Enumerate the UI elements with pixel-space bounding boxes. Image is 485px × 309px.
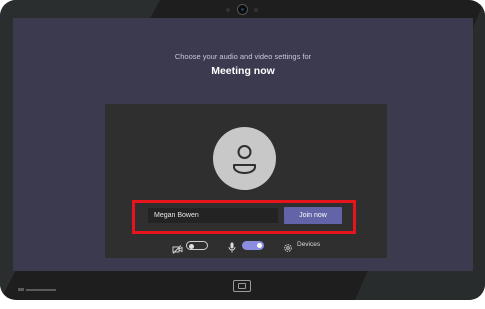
device-controls: Devices xyxy=(105,240,387,254)
windows-home-button[interactable] xyxy=(233,280,251,292)
devices-button[interactable]: Devices xyxy=(297,241,320,248)
front-camera-icon xyxy=(237,4,248,15)
meeting-title: Meeting now xyxy=(211,65,275,77)
highlight-box xyxy=(132,200,356,234)
sensor xyxy=(226,8,230,12)
gear-icon[interactable] xyxy=(283,240,293,258)
camera-toggle[interactable] xyxy=(186,241,208,250)
device-brand-logo xyxy=(18,281,62,292)
tablet-device: Choose your audio and video settings for… xyxy=(0,0,485,300)
camera-off-icon xyxy=(172,241,183,259)
person-icon xyxy=(233,145,256,174)
avatar xyxy=(213,127,276,190)
microphone-icon xyxy=(228,240,236,258)
sensor xyxy=(254,8,258,12)
prejoin-prompt: Choose your audio and video settings for xyxy=(174,52,312,61)
video-preview-panel: Join now xyxy=(105,104,387,258)
microphone-toggle[interactable] xyxy=(242,241,264,250)
